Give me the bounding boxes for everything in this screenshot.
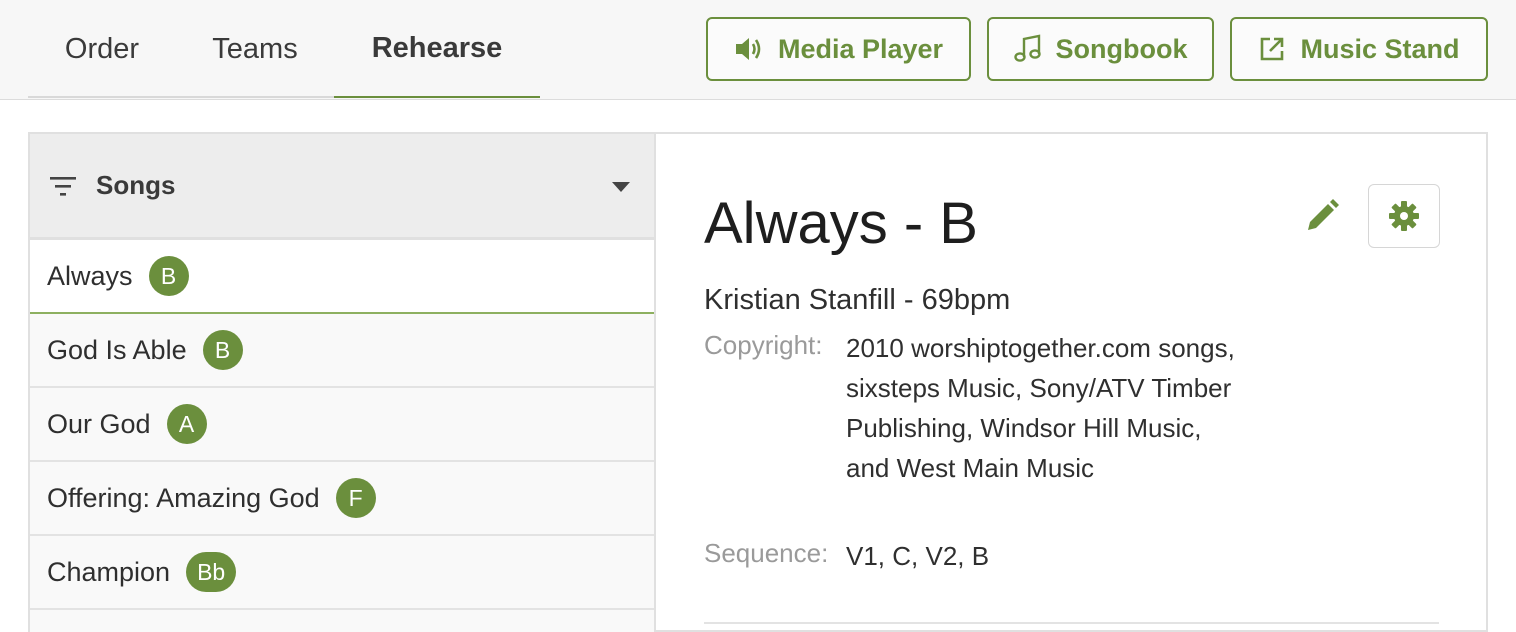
key-badge: F	[335, 478, 376, 518]
music-note-icon	[1013, 34, 1041, 62]
song-title: Always - B	[704, 191, 978, 256]
gear-icon	[1389, 201, 1419, 231]
tab-bar: Order Teams Rehearse	[28, 0, 540, 98]
songs-filter-header[interactable]: Songs	[30, 134, 654, 240]
external-link-icon	[1261, 37, 1284, 61]
song-item-our-god[interactable]: Our God A	[30, 388, 654, 462]
song-item-always[interactable]: Always B	[30, 240, 654, 314]
song-name: Offering: Amazing God	[47, 482, 320, 513]
song-item-god-is-able[interactable]: God Is Able B	[30, 314, 654, 388]
media-player-label: Media Player	[777, 33, 944, 64]
copyright-label: Copyright:	[704, 330, 823, 360]
copyright-value: 2010 worshiptogether.com songs, sixsteps…	[846, 333, 1235, 483]
song-name: Always	[47, 260, 133, 291]
song-detail: Always - B Kristian Stanfill - 69bpm Cop…	[704, 134, 1486, 632]
song-item-champion[interactable]: Champion Bb	[30, 536, 654, 610]
song-name: Our God	[47, 408, 151, 439]
speaker-icon	[735, 38, 761, 60]
key-badge: A	[166, 404, 207, 444]
songbook-button[interactable]: Songbook	[987, 17, 1214, 81]
chevron-down-icon[interactable]	[612, 182, 630, 192]
music-stand-label: Music Stand	[1300, 33, 1460, 64]
filter-icon	[50, 176, 76, 196]
tab-order[interactable]: Order	[28, 0, 176, 98]
songbook-label: Songbook	[1055, 33, 1188, 64]
song-list-sidebar: Songs Always B God Is Able B Our God A O…	[30, 134, 656, 632]
song-name: Champion	[47, 556, 171, 587]
tab-rehearse[interactable]: Rehearse	[334, 0, 540, 98]
song-name: God Is Able	[47, 334, 187, 365]
media-player-button[interactable]: Media Player	[706, 17, 971, 81]
song-item-offering-amazing-god[interactable]: Offering: Amazing God F	[30, 462, 654, 536]
music-stand-button[interactable]: Music Stand	[1230, 17, 1488, 81]
key-badge: Bb	[186, 552, 237, 592]
tab-teams[interactable]: Teams	[176, 0, 334, 98]
rehearse-panel: Songs Always B God Is Able B Our God A O…	[28, 132, 1488, 632]
sequence-value: V1, C, V2, B	[846, 541, 990, 571]
pencil-icon[interactable]	[1302, 196, 1342, 236]
artist-bpm: Kristian Stanfill - 69bpm	[704, 284, 1011, 316]
top-bar: Order Teams Rehearse Media Player Songbo…	[0, 0, 1516, 100]
songs-title: Songs	[96, 170, 176, 200]
sequence-label: Sequence:	[704, 538, 829, 568]
key-badge: B	[148, 256, 189, 296]
key-badge: B	[202, 330, 243, 370]
song-settings-button[interactable]	[1368, 184, 1440, 248]
